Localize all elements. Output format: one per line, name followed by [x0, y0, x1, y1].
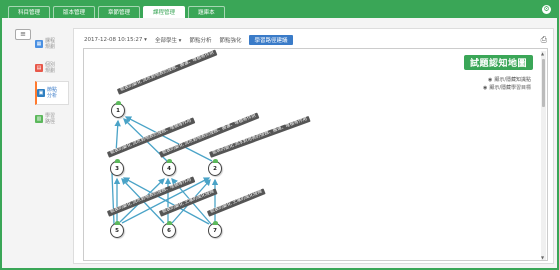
node-number: 1	[116, 108, 120, 114]
map-title: 試題認知地圖	[463, 55, 533, 70]
leaf-icon	[213, 221, 218, 225]
legend-toggle-knowledge[interactable]: ◉ 顯示/隱藏知識點	[487, 76, 531, 84]
sidebar-item-learning-path[interactable]: ▥ 學習 路徑	[35, 107, 69, 131]
concept-node-6[interactable]: 6	[162, 221, 176, 238]
chart-icon: ▣	[37, 89, 45, 97]
leaf-icon	[115, 159, 120, 163]
leaf-icon	[167, 159, 172, 163]
path-icon: ▥	[35, 115, 43, 123]
scroll-down-icon[interactable]: ▼	[541, 255, 544, 260]
print-icon[interactable]: ⎙	[541, 35, 547, 45]
concept-node-3[interactable]: 3	[110, 159, 124, 176]
legend-label: 顯示/隱藏知識點	[494, 77, 531, 83]
datetime-select[interactable]: 2017-12-08 10:15:27 ▾	[84, 37, 147, 43]
top-nav: 科目管理 版本管理 章節管理 課程管理 題庫本 ⚙	[2, 2, 557, 18]
legend-toggle-goal[interactable]: ◉ 顯示/隱藏學習目標	[482, 84, 531, 92]
sidebar-item-label: 學習 路徑	[45, 113, 56, 125]
legend-label: 顯示/隱藏學習目標	[489, 85, 531, 91]
students-select[interactable]: 全部學生 ▾	[155, 36, 182, 44]
sidebar-item-label: 個別 規劃	[45, 62, 56, 74]
eye-icon: ◉	[487, 76, 493, 83]
sidebar-item-course-plan[interactable]: ▦ 課程 規劃	[35, 32, 69, 56]
vertical-scrollbar[interactable]: ▲ ▼	[541, 51, 546, 260]
sidebar-item-label: 課程 規劃	[45, 38, 56, 50]
scroll-up-icon[interactable]: ▲	[541, 51, 544, 56]
document-icon: ▤	[35, 64, 43, 72]
node-reinforce-button[interactable]: 節點強化	[219, 36, 241, 44]
scroll-thumb[interactable]	[542, 59, 545, 107]
tab-question-bank[interactable]: 題庫本	[188, 6, 225, 18]
leaf-icon	[116, 101, 121, 105]
eye-icon: ◉	[482, 84, 488, 91]
concept-node-7[interactable]: 7	[208, 221, 222, 238]
concept-node-2[interactable]: 2	[208, 159, 222, 176]
concept-node-1[interactable]: 1	[111, 101, 125, 118]
node-number: 2	[213, 166, 217, 172]
sidebar-item-individual-plan[interactable]: ▤ 個別 規劃	[35, 56, 69, 80]
leaf-icon	[213, 159, 218, 163]
learning-path-button[interactable]: 學習路徑建議	[249, 35, 293, 45]
node-number: 3	[115, 166, 119, 172]
node-analysis-button[interactable]: 節點分析	[189, 36, 211, 44]
leaf-icon	[167, 221, 172, 225]
calendar-icon: ▦	[35, 40, 43, 48]
leaf-icon	[115, 221, 120, 225]
tab-version[interactable]: 版本管理	[53, 6, 96, 18]
node-number: 7	[213, 228, 217, 234]
tab-subject[interactable]: 科目管理	[8, 6, 51, 18]
tab-chapter[interactable]: 章節管理	[98, 6, 141, 18]
sidebar-item-label: 節點 分析	[47, 87, 58, 99]
node-number: 6	[167, 228, 171, 234]
concept-node-4[interactable]: 4	[162, 159, 176, 176]
cognitive-map-canvas: 能表的變化 流水對地表的侵蝕、搬運、堆積等作用 1 能表的變化 流水對地表的侵蝕…	[83, 48, 548, 261]
concept-node-5[interactable]: 5	[110, 221, 124, 238]
edge	[111, 172, 115, 225]
node-number: 4	[167, 166, 171, 172]
sidebar: ≡ ▦ 課程 規劃 ▤ 個別 規劃 ▣ 節點 分析 ▥ 學習 路徑	[6, 24, 70, 264]
hamburger-icon: ≡	[20, 30, 26, 38]
main-panel: 2017-12-08 10:15:27 ▾ 全部學生 ▾ 節點分析 節點強化 學…	[73, 28, 554, 264]
gear-icon[interactable]: ⚙	[542, 5, 551, 14]
sidebar-item-node-analysis[interactable]: ▣ 節點 分析	[35, 81, 69, 105]
tab-course[interactable]: 課程管理	[143, 6, 186, 18]
toolbar: 2017-12-08 10:15:27 ▾ 全部學生 ▾ 節點分析 節點強化 學…	[84, 35, 301, 45]
node-number: 5	[115, 228, 119, 234]
app-frame: 科目管理 版本管理 章節管理 課程管理 題庫本 ⚙ ≡ ▦ 課程 規劃 ▤ 個別…	[0, 0, 559, 270]
menu-toggle-button[interactable]: ≡	[15, 29, 31, 40]
